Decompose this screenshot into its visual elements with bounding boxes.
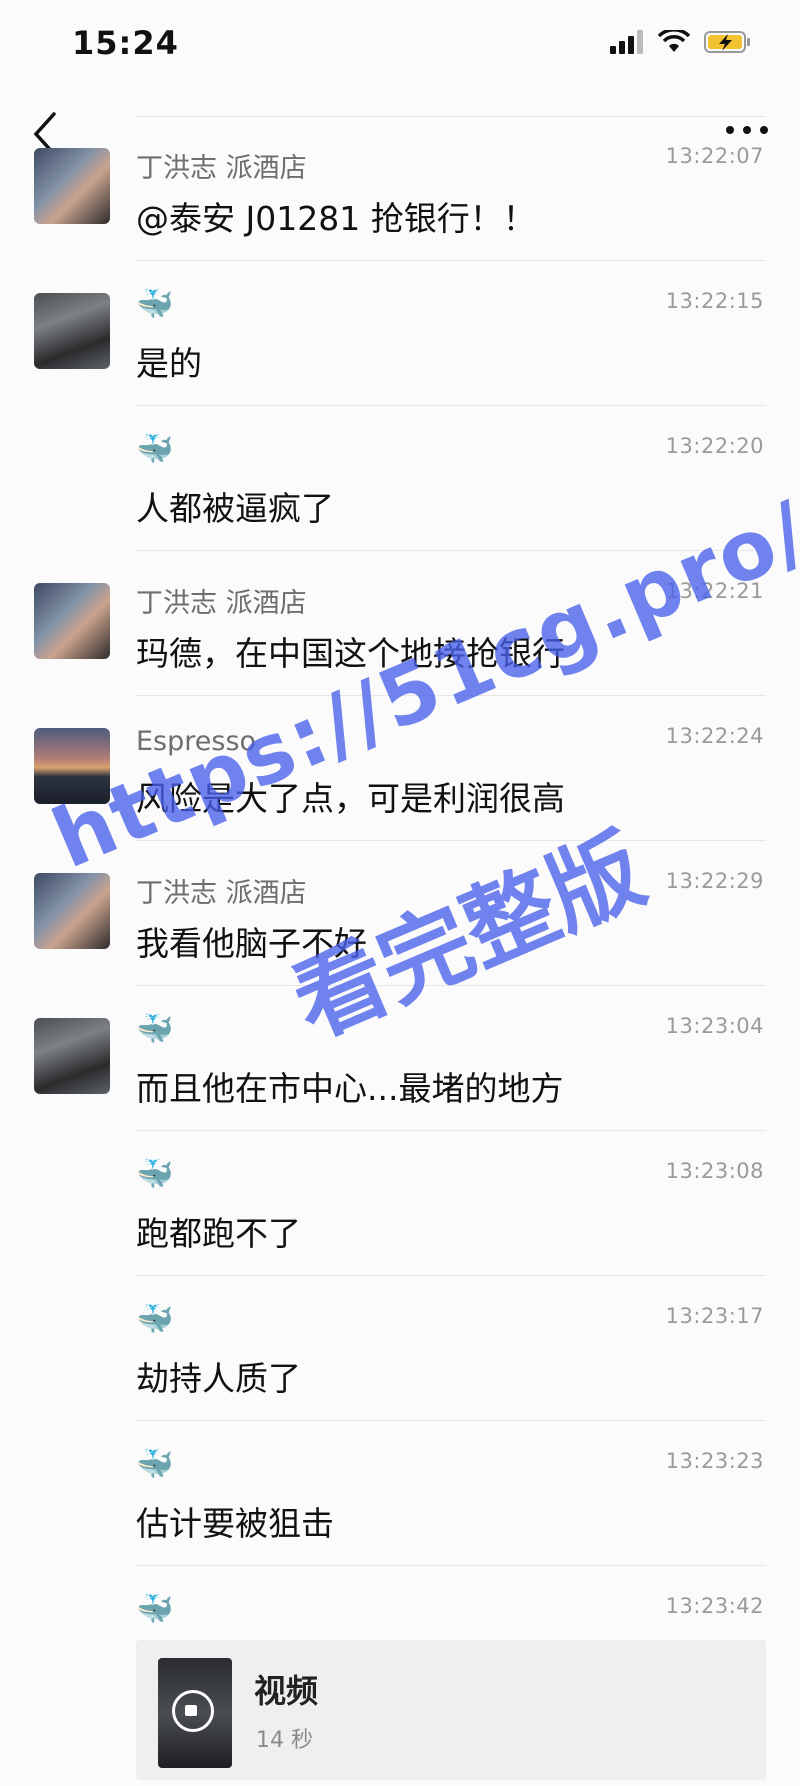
message-list[interactable]: 丁洪志 派酒店 13:22:07 @泰安 J01281 抢银行！！ 🐳 13:2… <box>0 116 800 1786</box>
video-title: 视频 <box>254 1672 319 1710</box>
message-item[interactable]: 丁洪志 派酒店 13:22:07 @泰安 J01281 抢银行！！ <box>34 116 766 261</box>
avatar[interactable] <box>34 728 110 804</box>
wifi-icon <box>658 30 690 52</box>
message-item[interactable]: 🐳 13:23:23 估计要被狙击 <box>136 1421 766 1566</box>
status-icons <box>610 30 752 54</box>
message-text: @泰安 J01281 抢银行！！ <box>136 199 536 238</box>
video-camera-icon <box>172 1690 214 1732</box>
message-text: 跑都跑不了 <box>136 1214 301 1253</box>
sender-name: Espresso <box>136 726 257 757</box>
avatar[interactable] <box>34 1018 110 1094</box>
message-time: 13:23:42 <box>665 1594 764 1618</box>
message-item[interactable]: 🐳 13:22:15 是的 <box>34 261 766 406</box>
avatar[interactable] <box>34 293 110 369</box>
message-time: 13:23:23 <box>665 1449 764 1473</box>
whale-icon: 🐳 <box>136 1592 174 1627</box>
whale-icon: 🐳 <box>136 287 174 322</box>
message-text: 估计要被狙击 <box>136 1504 334 1543</box>
message-time: 13:22:20 <box>665 434 764 458</box>
whale-icon: 🐳 <box>136 1012 174 1047</box>
avatar[interactable] <box>34 583 110 659</box>
whale-icon: 🐳 <box>136 1302 174 1337</box>
video-thumbnail[interactable] <box>158 1658 232 1768</box>
video-card[interactable]: 视频 14 秒 <box>136 1640 766 1780</box>
message-time: 13:23:08 <box>665 1159 764 1183</box>
sender-name: 丁洪志 派酒店 <box>136 153 307 184</box>
message-time: 13:23:04 <box>665 1014 764 1038</box>
message-text: 人都被逼疯了 <box>136 489 334 528</box>
message-item[interactable]: 🐳 13:23:17 劫持人质了 <box>136 1276 766 1421</box>
sender-name: 丁洪志 派酒店 <box>136 878 307 909</box>
whale-icon: 🐳 <box>136 1157 174 1192</box>
message-time: 13:23:17 <box>665 1304 764 1328</box>
message-time: 13:22:29 <box>665 869 764 893</box>
message-item[interactable]: Espresso 13:22:24 风险是大了点，可是利润很高 <box>34 696 766 841</box>
avatar[interactable] <box>34 873 110 949</box>
message-text: 劫持人质了 <box>136 1359 301 1398</box>
status-bar: 15:24 <box>0 0 800 90</box>
whale-icon: 🐳 <box>136 1447 174 1482</box>
video-duration: 14 秒 <box>256 1728 313 1753</box>
message-item[interactable]: 丁洪志 派酒店 13:22:21 玛德，在中国这个地接抢银行 <box>34 551 766 696</box>
message-item[interactable]: 🐳 13:23:04 而且他在市中心...最堵的地方 <box>34 986 766 1131</box>
message-time: 13:22:15 <box>665 289 764 313</box>
message-text: 而且他在市中心...最堵的地方 <box>136 1069 564 1108</box>
message-time: 13:22:07 <box>665 144 764 168</box>
message-time: 13:22:24 <box>665 724 764 748</box>
sender-name: 丁洪志 派酒店 <box>136 588 307 619</box>
message-text: 我看他脑子不好 <box>136 924 367 963</box>
message-text: 玛德，在中国这个地接抢银行 <box>136 634 565 673</box>
message-item[interactable]: 🐳 13:23:08 跑都跑不了 <box>136 1131 766 1276</box>
message-item[interactable]: 🐳 13:22:20 人都被逼疯了 <box>136 406 766 551</box>
message-text: 风险是大了点，可是利润很高 <box>136 779 565 818</box>
whale-icon: 🐳 <box>136 432 174 467</box>
signal-icon <box>610 30 643 54</box>
message-text: 是的 <box>136 344 202 383</box>
battery-charging-icon <box>704 31 750 53</box>
message-item[interactable]: 丁洪志 派酒店 13:22:29 我看他脑子不好 <box>34 841 766 986</box>
avatar[interactable] <box>34 148 110 224</box>
message-time: 13:22:21 <box>665 579 764 603</box>
status-time: 15:24 <box>72 24 179 62</box>
video-message-item[interactable]: 🐳 13:23:42 视频 14 秒 <box>136 1566 766 1786</box>
